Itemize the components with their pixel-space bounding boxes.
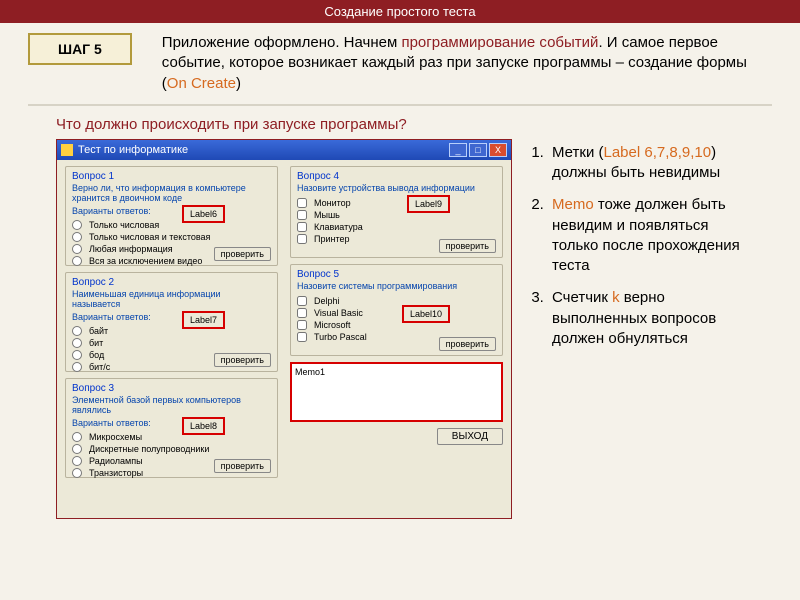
maximize-button[interactable]: □ xyxy=(469,143,487,157)
intro-highlight: программирование событий xyxy=(401,34,598,51)
q1-variants: Варианты ответов: xyxy=(72,207,271,217)
opt-label: Дискретные полупроводники xyxy=(89,443,209,455)
opt-label: бит xyxy=(89,337,103,349)
q5-opt[interactable]: Delphi xyxy=(297,295,496,307)
intro-text: Приложение оформлено. Начнем программиро… xyxy=(162,33,772,94)
intro-part: ) xyxy=(236,75,241,92)
minimize-button[interactable]: _ xyxy=(449,143,467,157)
q4-opt[interactable]: Монитор xyxy=(297,197,496,209)
point-2: Memo тоже должен быть невидим и появлять… xyxy=(548,195,744,276)
question-1-group: Вопрос 1 Верно ли, что информация в комп… xyxy=(65,166,278,266)
memo-field[interactable]: Memo1 xyxy=(290,362,503,422)
q2-title: Вопрос 2 xyxy=(72,277,271,288)
q2-opt[interactable]: байт xyxy=(72,325,271,337)
form-body: Вопрос 1 Верно ли, что информация в комп… xyxy=(57,160,511,518)
q1-text: Верно ли, что информация в компьютере хр… xyxy=(72,184,271,204)
q3-title: Вопрос 3 xyxy=(72,383,271,394)
pt1-a: Метки ( xyxy=(552,144,603,161)
instructions-list: Метки (Label 6,7,8,9,10) должны быть нев… xyxy=(526,139,744,519)
question-4-group: Вопрос 4 Назовите устройства вывода инфо… xyxy=(290,166,503,258)
q3-text: Элементной базой первых компьютеров явля… xyxy=(72,396,271,416)
opt-label: Монитор xyxy=(314,197,351,209)
page-title-bar: Создание простого теста xyxy=(0,0,800,23)
q3-opt[interactable]: Микросхемы xyxy=(72,431,271,443)
top-row: ШАГ 5 Приложение оформлено. Начнем прогр… xyxy=(28,33,772,94)
opt-label: Радиолампы xyxy=(89,455,143,467)
q1-opt[interactable]: Только числовая и текстовая xyxy=(72,231,271,243)
q1-check-button[interactable]: проверить xyxy=(214,247,271,261)
opt-label: Принтер xyxy=(314,233,350,245)
oncreate-highlight: On Create xyxy=(167,75,236,92)
q4-opt[interactable]: Клавиатура xyxy=(297,221,496,233)
point-3: Счетчик k верно выполненных вопросов дол… xyxy=(548,288,744,349)
app-icon xyxy=(61,144,73,156)
label6-marker: Label6 xyxy=(182,205,225,223)
point-1: Метки (Label 6,7,8,9,10) должны быть нев… xyxy=(548,143,744,184)
label7-marker: Label7 xyxy=(182,311,225,329)
question-5-group: Вопрос 5 Назовите системы программирован… xyxy=(290,264,503,356)
divider xyxy=(28,104,772,106)
opt-label: Только числовая xyxy=(89,219,159,231)
page-title: Создание простого теста xyxy=(324,4,475,19)
q5-check-button[interactable]: проверить xyxy=(439,337,496,351)
content: ШАГ 5 Приложение оформлено. Начнем прогр… xyxy=(0,23,800,519)
q3-variants: Варианты ответов: xyxy=(72,419,271,429)
opt-label: байт xyxy=(89,325,108,337)
opt-label: Клавиатура xyxy=(314,221,363,233)
question-3-group: Вопрос 3 Элементной базой первых компьют… xyxy=(65,378,278,478)
q5-text: Назовите системы программирования xyxy=(297,282,496,292)
step-label: ШАГ 5 xyxy=(58,41,102,57)
step-badge: ШАГ 5 xyxy=(28,33,132,65)
q4-text: Назовите устройства вывода информации xyxy=(297,184,496,194)
q2-variants: Варианты ответов: xyxy=(72,313,271,323)
window-titlebar: Тест по информатике _ □ X xyxy=(57,140,511,160)
q2-text: Наименьшая единица информации называется xyxy=(72,290,271,310)
window-title: Тест по информатике xyxy=(78,144,447,156)
q5-opt[interactable]: Microsoft xyxy=(297,319,496,331)
opt-label: Microsoft xyxy=(314,319,351,331)
q2-opt[interactable]: бит xyxy=(72,337,271,349)
opt-label: бит/с xyxy=(89,361,110,373)
opt-label: Микросхемы xyxy=(89,431,142,443)
lower-area: Тест по информатике _ □ X Вопрос 1 Верно… xyxy=(28,139,772,519)
q5-opt[interactable]: Visual Basic xyxy=(297,307,496,319)
pt3-k: k xyxy=(612,289,620,306)
sub-heading: Что должно происходить при запуске прогр… xyxy=(56,116,772,133)
pt3-a: Счетчик xyxy=(552,289,612,306)
q4-opt[interactable]: Мышь xyxy=(297,209,496,221)
opt-label: Любая информация xyxy=(89,243,173,255)
opt-label: Turbo Pascal xyxy=(314,331,367,343)
close-button[interactable]: X xyxy=(489,143,507,157)
opt-label: Транзисторы xyxy=(89,467,143,479)
q3-opt[interactable]: Дискретные полупроводники xyxy=(72,443,271,455)
opt-label: Вся за исключением видео xyxy=(89,255,202,267)
q4-title: Вопрос 4 xyxy=(297,171,496,182)
opt-label: Мышь xyxy=(314,209,340,221)
opt-label: бод xyxy=(89,349,104,361)
opt-label: Visual Basic xyxy=(314,307,363,319)
opt-label: Delphi xyxy=(314,295,340,307)
left-column: Вопрос 1 Верно ли, что информация в комп… xyxy=(65,166,278,510)
intro-part: Приложение оформлено. Начнем xyxy=(162,34,402,51)
pt2-memo: Memo xyxy=(552,196,594,213)
q1-title: Вопрос 1 xyxy=(72,171,271,182)
app-screenshot: Тест по информатике _ □ X Вопрос 1 Верно… xyxy=(56,139,512,519)
q3-check-button[interactable]: проверить xyxy=(214,459,271,473)
q1-opt[interactable]: Только числовая xyxy=(72,219,271,231)
right-column: Вопрос 4 Назовите устройства вывода инфо… xyxy=(290,166,503,510)
exit-button[interactable]: ВЫХОД xyxy=(437,428,503,445)
question-2-group: Вопрос 2 Наименьшая единица информации н… xyxy=(65,272,278,372)
pt1-labels: Label 6,7,8,9,10 xyxy=(603,144,711,161)
q5-title: Вопрос 5 xyxy=(297,269,496,280)
opt-label: Только числовая и текстовая xyxy=(89,231,210,243)
label9-marker: Label9 xyxy=(407,195,450,213)
q4-check-button[interactable]: проверить xyxy=(439,239,496,253)
label8-marker: Label8 xyxy=(182,417,225,435)
q2-check-button[interactable]: проверить xyxy=(214,353,271,367)
label10-marker: Label10 xyxy=(402,305,450,323)
